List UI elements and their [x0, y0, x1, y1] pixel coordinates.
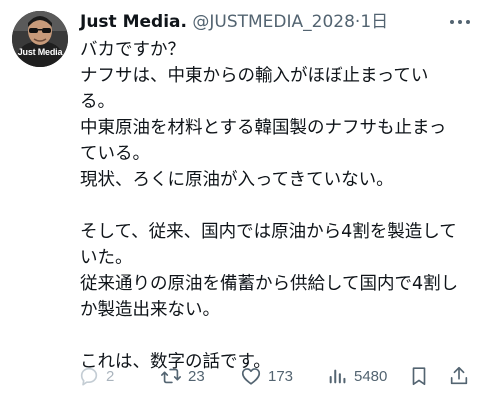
avatar-logo-text: Just Media — [17, 47, 63, 57]
text-line: バカですか？ — [80, 40, 185, 60]
action-bar: 2 23 173 5480 — [78, 362, 478, 390]
text-line: る。 — [80, 92, 115, 112]
text-line — [80, 323, 472, 349]
timestamp[interactable]: 1日 — [360, 12, 388, 32]
text-line — [80, 193, 472, 219]
text-line: 従来通りの原油を備蓄から供給して国内で4割し — [80, 274, 459, 294]
user-handle[interactable]: @JUSTMEDIA_2028 — [192, 12, 355, 32]
repost-button[interactable]: 23 — [160, 362, 205, 390]
tweet-text: バカですか？ ナフサは、中東からの輸入がほぼ止まってい る。 中東原油を材料とす… — [80, 37, 472, 375]
text-line: いた。 — [80, 248, 133, 268]
text-line: そして、従来、国内では原油から4割を製造して — [80, 222, 457, 242]
reply-icon — [78, 365, 100, 387]
avatar-photo — [12, 11, 68, 67]
avatar[interactable]: Just Media — [12, 11, 68, 67]
bookmark-button[interactable] — [408, 362, 430, 390]
like-count: 173 — [268, 367, 294, 385]
text-line: か製造出来ない。 — [80, 300, 220, 320]
like-icon — [240, 365, 262, 387]
reply-count: 2 — [106, 367, 115, 385]
repost-icon — [160, 365, 182, 387]
repost-count: 23 — [188, 367, 205, 385]
text-line: ナフサは、中東からの輸入がほぼ止まってい — [80, 66, 429, 86]
like-button[interactable]: 173 — [240, 362, 293, 390]
views-button[interactable]: 5480 — [326, 362, 387, 390]
bookmark-icon — [408, 365, 430, 387]
share-button[interactable] — [448, 362, 470, 390]
more-icon[interactable] — [448, 10, 472, 34]
text-line: 現状、ろくに原油が入ってきていない。 — [80, 170, 394, 190]
share-icon — [448, 365, 470, 387]
tweet: Just Media Just Media. @JUSTMEDIA_2028·1… — [0, 0, 480, 400]
text-line: ている。 — [80, 144, 150, 164]
reply-button[interactable]: 2 — [78, 362, 114, 390]
text-line: 中東原油を材料とする韓国製のナフサも止まっ — [80, 118, 447, 138]
view-count: 5480 — [354, 367, 388, 385]
display-name[interactable]: Just Media. — [80, 12, 187, 32]
tweet-header: Just Media. @JUSTMEDIA_2028·1日 — [80, 9, 440, 35]
views-icon — [326, 365, 348, 387]
